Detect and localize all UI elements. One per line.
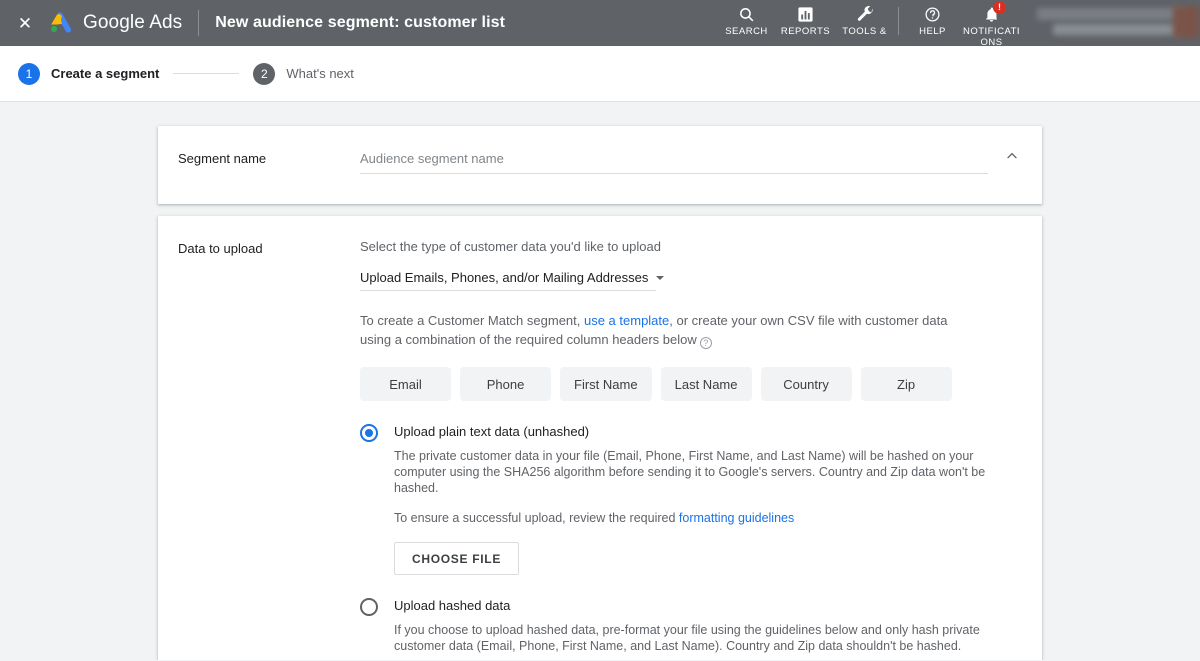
help-circle-icon	[924, 4, 941, 24]
segment-name-row: Segment name	[158, 126, 1042, 196]
account-info-redacted[interactable]	[1025, 0, 1200, 46]
chip-country: Country	[760, 367, 852, 401]
chip-phone: Phone	[460, 367, 551, 401]
notifications-button[interactable]: ! NOTIFICATIONS	[962, 0, 1021, 48]
data-to-upload-label: Data to upload	[178, 241, 263, 256]
topbar-actions: SEARCH REPORTS TOOLS & HELP ! NOTIFICATI…	[717, 0, 1200, 48]
account-blur-line-2	[1053, 24, 1181, 35]
page-content: Segment name Data to upload Select the t…	[0, 102, 1200, 660]
data-type-select[interactable]: Upload Emails, Phones, and/or Mailing Ad…	[360, 270, 665, 291]
segment-name-body	[360, 148, 1022, 174]
option-plain-text: Upload plain text data (unhashed) The pr…	[360, 423, 1022, 575]
reports-button[interactable]: REPORTS	[776, 0, 835, 46]
radio-upload-plain-text[interactable]	[360, 424, 378, 442]
avatar[interactable]	[1173, 6, 1199, 38]
data-type-hint: Select the type of customer data you'd l…	[360, 239, 661, 254]
use-a-template-link[interactable]: use a template	[584, 313, 669, 328]
step-1-label: Create a segment	[51, 66, 160, 81]
brand-name[interactable]: Google Ads	[83, 12, 182, 34]
option-plain-text-desc: The private customer data in your file (…	[394, 449, 986, 495]
search-label: SEARCH	[725, 26, 768, 37]
segment-name-input[interactable]	[360, 148, 988, 174]
search-button[interactable]: SEARCH	[717, 0, 776, 46]
step-whats-next[interactable]: 2 What's next	[253, 62, 354, 85]
step-1-number: 1	[18, 62, 40, 85]
data-to-upload-row: Data to upload Select the type of custom…	[158, 216, 1042, 660]
search-icon	[738, 4, 755, 24]
option-plain-text-title[interactable]: Upload plain text data (unhashed)	[394, 423, 1022, 441]
radio-upload-hashed[interactable]	[360, 598, 378, 616]
template-text-before: To create a Customer Match segment,	[360, 313, 584, 328]
page-title: New audience segment: customer list	[215, 14, 506, 31]
step-connector-line	[173, 73, 240, 74]
option-hashed-desc: If you choose to upload hashed data, pre…	[394, 623, 980, 653]
help-icon[interactable]: ?	[699, 337, 712, 349]
brand-divider	[198, 10, 200, 36]
template-instructions: To create a Customer Match segment, use …	[360, 311, 982, 349]
top-app-bar: ✕ Google Ads New audience segment: custo…	[0, 0, 1200, 48]
chevron-up-icon[interactable]	[1000, 144, 1024, 168]
chevron-down-icon	[656, 275, 665, 280]
formatting-guidelines-link-plain[interactable]: formatting guidelines	[679, 511, 794, 525]
reports-label: REPORTS	[780, 26, 831, 37]
data-to-upload-body: Select the type of customer data you'd l…	[360, 238, 1022, 660]
data-type-select-value: Upload Emails, Phones, and/or Mailing Ad…	[360, 270, 649, 285]
step-2-label: What's next	[286, 66, 354, 81]
tools-wrench-icon	[856, 4, 874, 24]
step-create-a-segment[interactable]: 1 Create a segment	[18, 62, 160, 85]
option-plain-text-body: Upload plain text data (unhashed) The pr…	[394, 423, 1022, 575]
column-header-chips: Email Phone First Name Last Name Country…	[360, 367, 1022, 401]
chip-last-name: Last Name	[660, 367, 752, 401]
segment-name-card: Segment name	[158, 126, 1042, 204]
option-hashed-body: Upload hashed data If you choose to uplo…	[394, 597, 1022, 660]
step-2-number: 2	[253, 62, 276, 85]
notifications-badge: !	[993, 1, 1006, 14]
wizard-stepper: 1 Create a segment 2 What's next	[0, 46, 1200, 102]
help-button[interactable]: HELP	[903, 0, 962, 46]
help-label: HELP	[919, 26, 946, 37]
tools-button[interactable]: TOOLS &	[835, 0, 894, 46]
google-ads-logo-icon	[51, 12, 72, 33]
chip-zip: Zip	[860, 367, 952, 401]
data-to-upload-card: Data to upload Select the type of custom…	[158, 216, 1042, 660]
chip-first-name: First Name	[560, 367, 652, 401]
segment-name-label: Segment name	[178, 151, 267, 166]
choose-file-button[interactable]: CHOOSE FILE	[394, 542, 520, 575]
reports-icon	[797, 4, 814, 24]
tools-label: TOOLS &	[842, 26, 887, 37]
option-plain-text-note: To ensure a successful upload, review th…	[394, 510, 994, 526]
notifications-label: NOTIFICATIONS	[962, 26, 1021, 48]
option-hashed: Upload hashed data If you choose to uplo…	[360, 597, 1022, 660]
chip-email: Email	[360, 367, 451, 401]
topbar-divider	[898, 7, 899, 35]
close-icon[interactable]: ✕	[12, 10, 38, 36]
plain-note-before: To ensure a successful upload, review th…	[394, 511, 679, 525]
option-hashed-title[interactable]: Upload hashed data	[394, 597, 1022, 615]
account-blur-line-1	[1037, 8, 1185, 20]
